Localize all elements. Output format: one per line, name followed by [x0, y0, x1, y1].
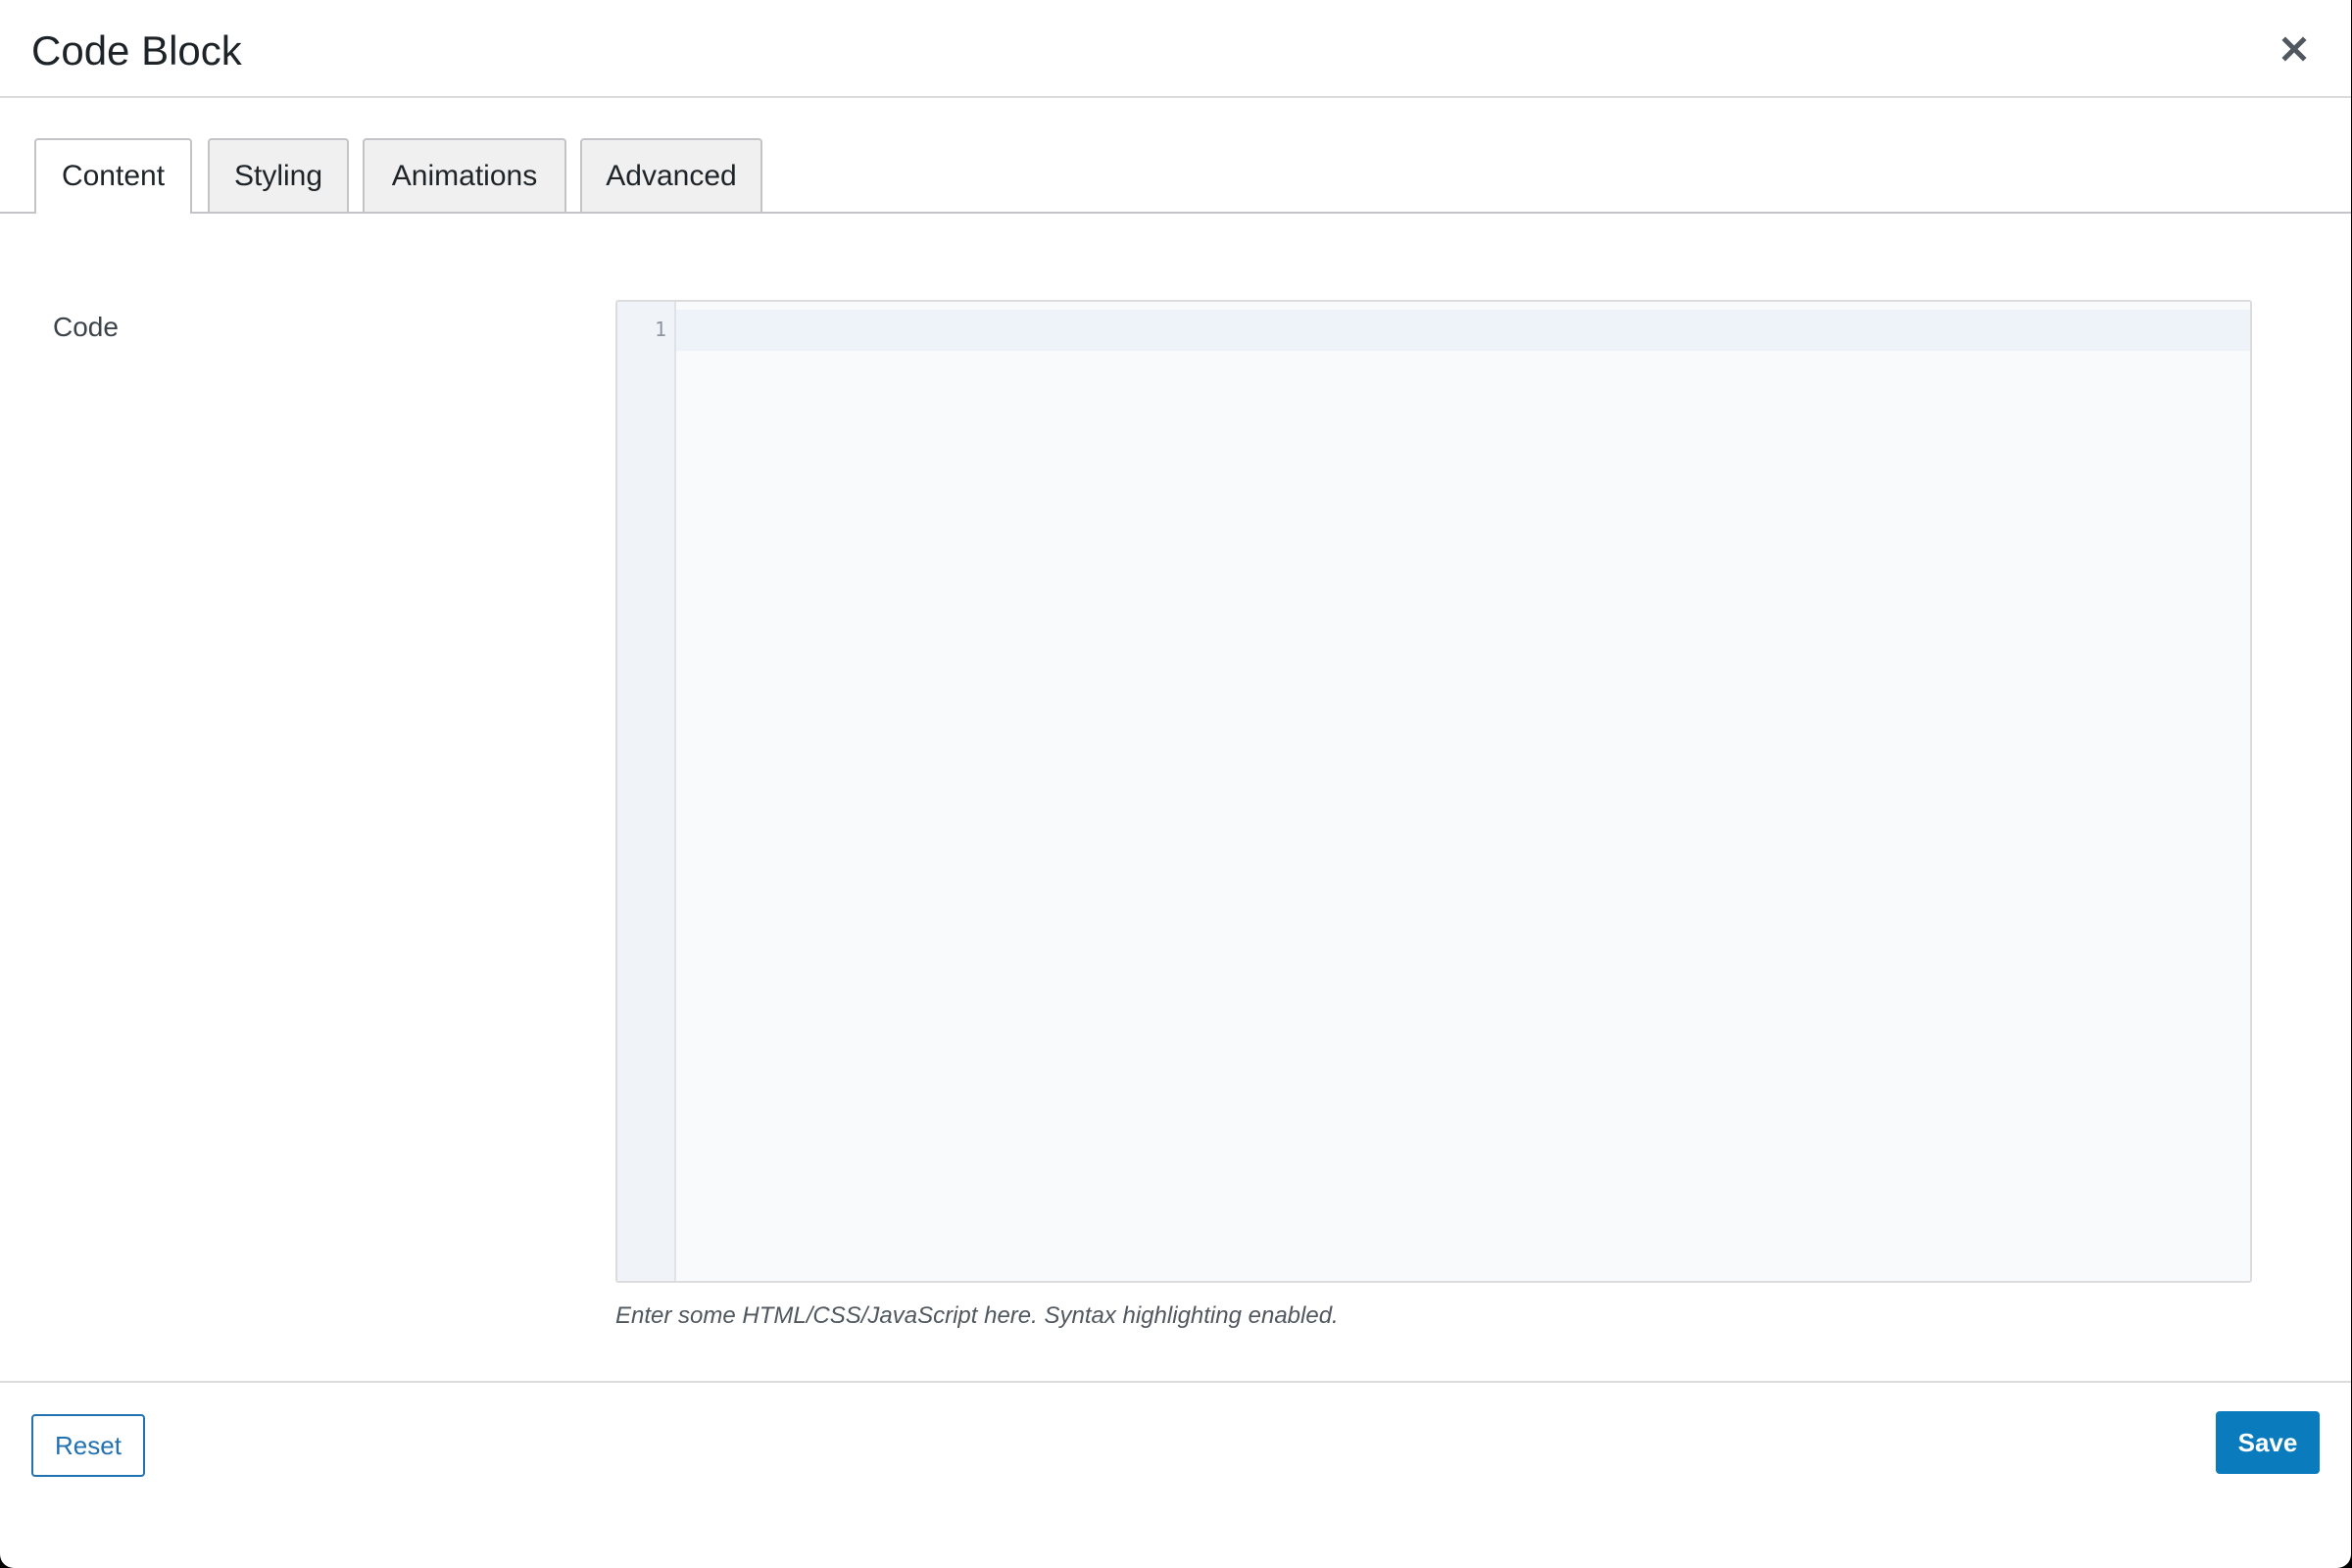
line-number-gutter: 1: [617, 302, 676, 1281]
line-number: 1: [654, 318, 666, 341]
tab-content[interactable]: Content: [34, 138, 192, 214]
tab-advanced[interactable]: Advanced: [580, 138, 762, 212]
code-input-area[interactable]: [676, 302, 2250, 1281]
tab-styling[interactable]: Styling: [208, 138, 349, 212]
save-button[interactable]: Save: [2216, 1411, 2320, 1474]
close-icon: [2277, 31, 2312, 67]
close-button[interactable]: [2277, 31, 2312, 67]
modal-title: Code Block: [31, 27, 242, 74]
modal-footer: Reset Save: [0, 1381, 2351, 1568]
tab-bar: Content Styling Animations Advanced: [0, 138, 2351, 214]
reset-button[interactable]: Reset: [31, 1414, 145, 1477]
code-editor: 1: [615, 300, 2252, 1283]
code-block-modal: Code Block Content Styling Animations Ad…: [0, 0, 2351, 1568]
tab-animations[interactable]: Animations: [363, 138, 566, 212]
code-help-text: Enter some HTML/CSS/JavaScript here. Syn…: [615, 1302, 1339, 1329]
modal-header: Code Block: [0, 0, 2351, 98]
code-field-label: Code: [53, 312, 119, 342]
